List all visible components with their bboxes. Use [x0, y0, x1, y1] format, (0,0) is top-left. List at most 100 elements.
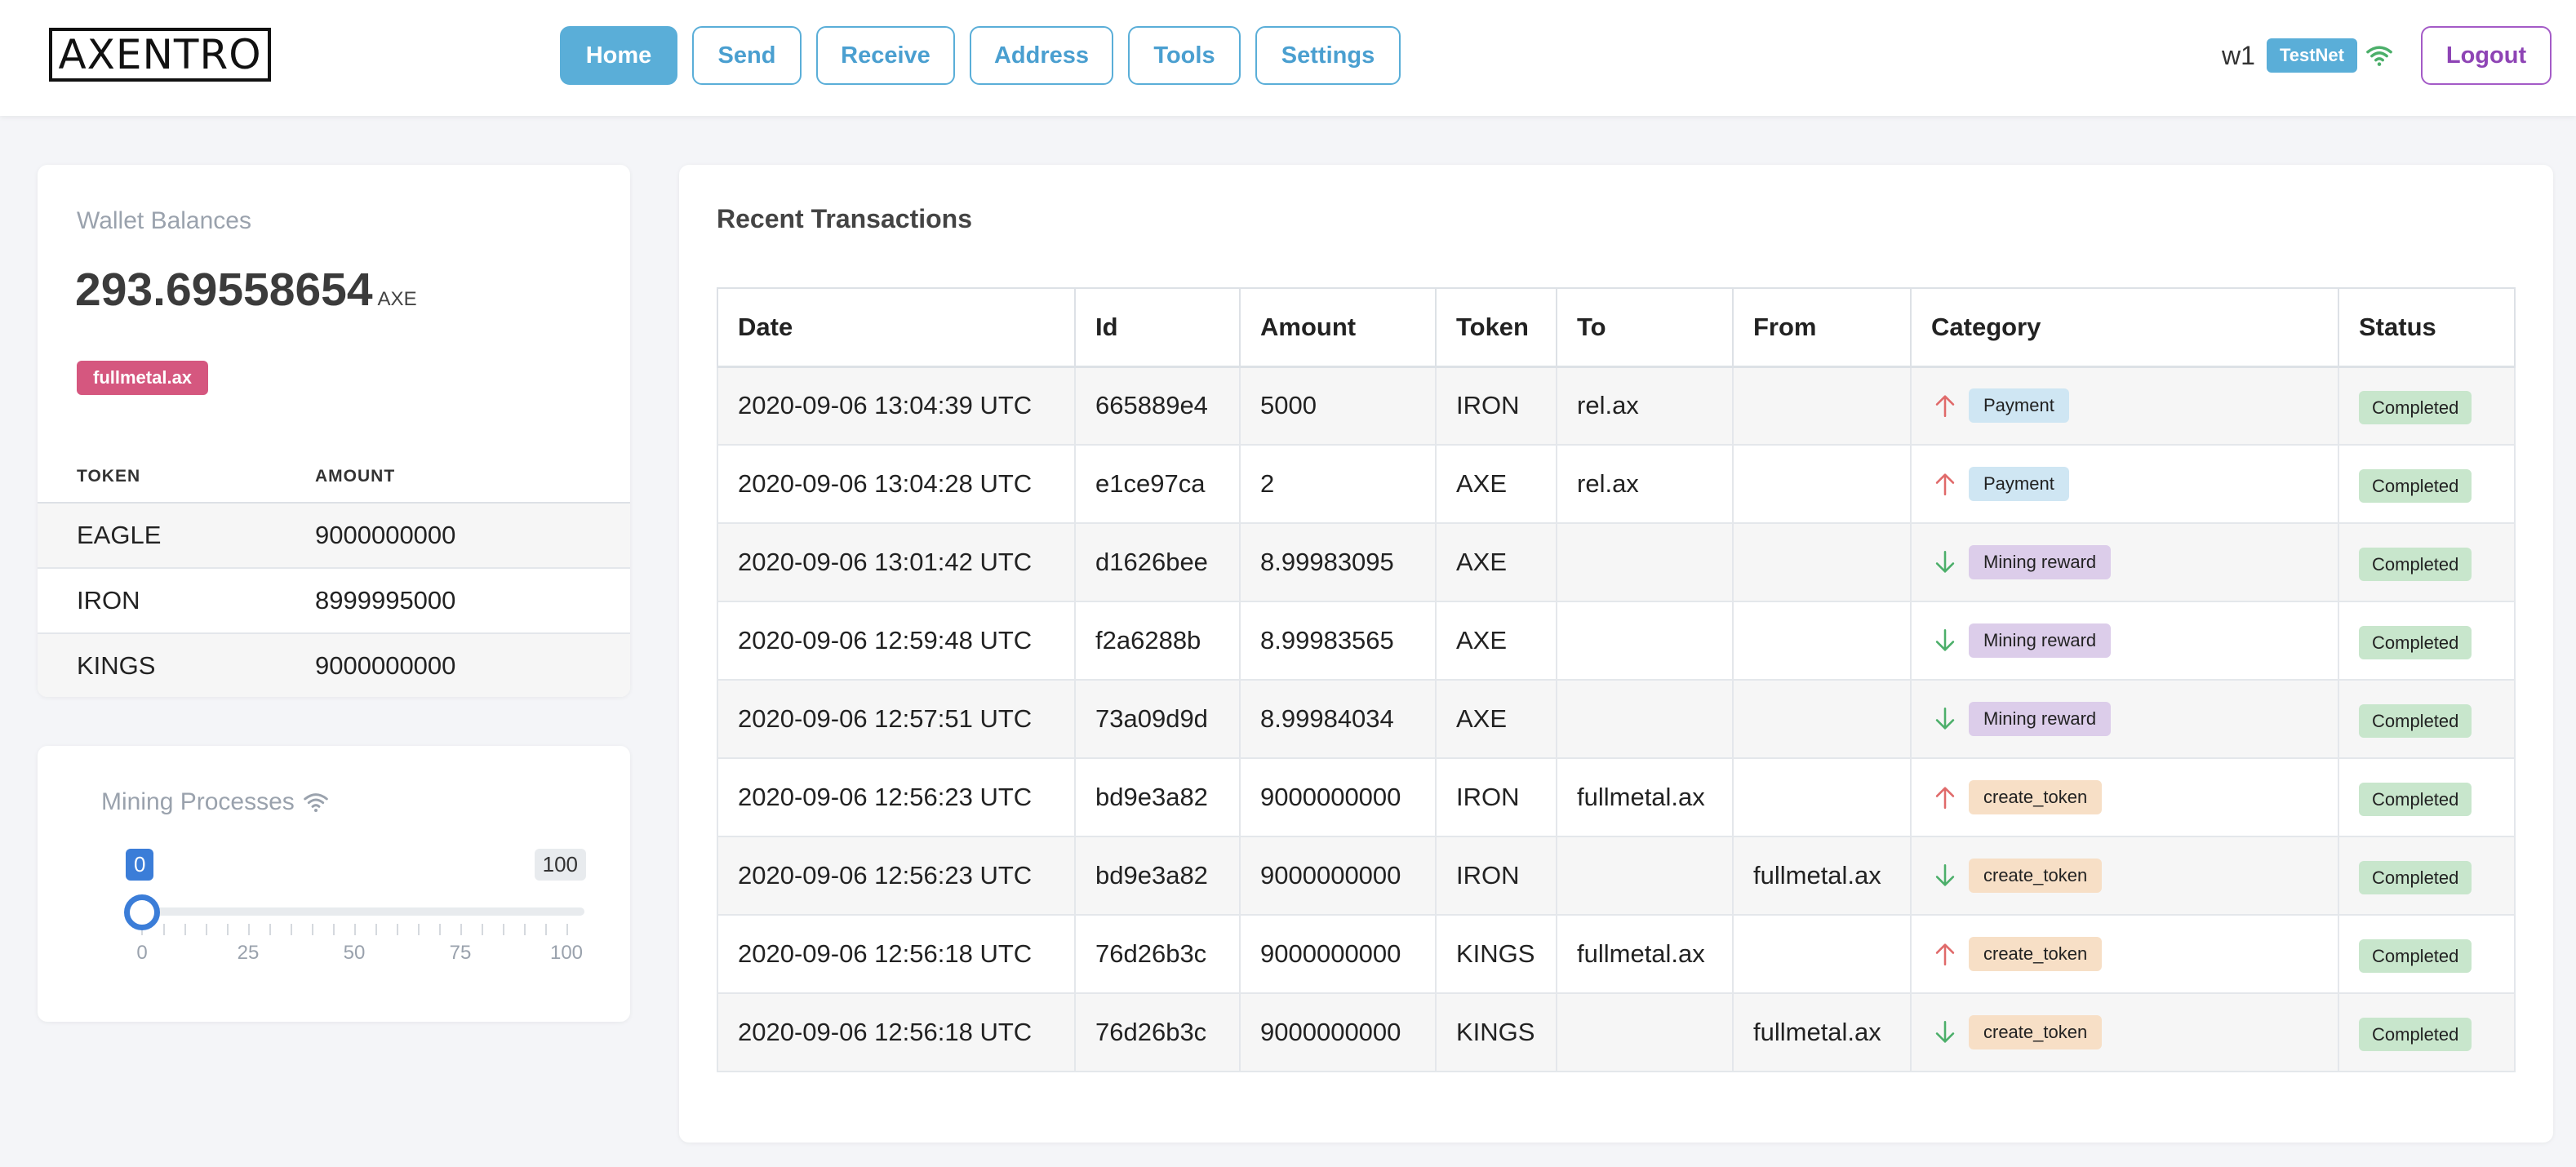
tx-status: Completed	[2338, 679, 2516, 759]
amount-column-header[interactable]: Amount	[1239, 287, 1437, 368]
transactions-body: 2020-09-06 13:04:39 UTC 665889e4 5000 IRON r…	[717, 366, 2516, 1072]
tx-token: AXE	[1435, 601, 1557, 681]
tx-to: fullmetal.ax	[1556, 757, 1734, 837]
tx-category: Mining reward	[1910, 601, 2339, 681]
mining-slider[interactable]: 0 100 0 25 50 75 100	[101, 828, 586, 974]
nav-home-button[interactable]: Home	[560, 26, 677, 85]
token-name: KINGS	[38, 633, 315, 697]
arrow-down-icon	[1935, 707, 1955, 730]
tx-category: Mining reward	[1910, 679, 2339, 759]
category-badge: Mining reward	[1969, 702, 2112, 736]
tx-id: bd9e3a82	[1074, 757, 1241, 837]
tx-id: f2a6288b	[1074, 601, 1241, 681]
tx-id: bd9e3a82	[1074, 836, 1241, 916]
recent-transactions-card: Recent Transactions Date Id Amount Token…	[679, 165, 2553, 1143]
transaction-row[interactable]: 2020-09-06 13:01:42 UTC d1626bee 8.9998309…	[717, 522, 2516, 602]
token-column-header: TOKEN	[38, 450, 315, 504]
nav-address-button[interactable]: Address	[970, 26, 1113, 85]
mining-processes-card: Mining Processes 0 100 0 25 50 75 100	[38, 746, 630, 1022]
arrow-up-icon	[1935, 787, 1955, 810]
slider-tick	[524, 924, 526, 935]
transaction-row[interactable]: 2020-09-06 13:04:28 UTC e1ce97ca 2 AXE rel.a…	[717, 444, 2516, 524]
slider-tick-label: 50	[343, 942, 366, 964]
tx-token: AXE	[1435, 679, 1557, 759]
status-column-header[interactable]: Status	[2338, 287, 2516, 368]
transaction-row[interactable]: 2020-09-06 13:04:39 UTC 665889e4 5000 IRON r…	[717, 366, 2516, 446]
to-column-header[interactable]: To	[1556, 287, 1734, 368]
transaction-row[interactable]: 2020-09-06 12:57:51 UTC 73a09d9d 8.9998403…	[717, 679, 2516, 759]
category-cell: create_token	[1931, 937, 2338, 971]
tx-amount: 2	[1239, 444, 1437, 524]
tx-status: Completed	[2338, 601, 2516, 681]
tx-to: fullmetal.ax	[1556, 914, 1734, 994]
tx-token: IRON	[1435, 757, 1557, 837]
slider-tick	[460, 924, 462, 935]
tx-amount: 8.99983565	[1239, 601, 1437, 681]
slider-value: 0	[126, 849, 154, 881]
date-column-header[interactable]: Date	[717, 287, 1076, 368]
slider-track[interactable]	[139, 907, 584, 916]
tx-amount: 5000	[1239, 366, 1437, 446]
logout-button[interactable]: Logout	[2421, 26, 2552, 85]
mining-title: Mining Processes	[101, 788, 329, 816]
transaction-row[interactable]: 2020-09-06 12:56:23 UTC bd9e3a82 900000000…	[717, 836, 2516, 916]
tx-status: Completed	[2338, 522, 2516, 602]
wifi-icon	[2366, 46, 2392, 66]
transaction-row[interactable]: 2020-09-06 12:56:18 UTC 76d26b3c 900000000…	[717, 914, 2516, 994]
transaction-row[interactable]: 2020-09-06 12:56:23 UTC bd9e3a82 900000000…	[717, 757, 2516, 837]
transactions-scroll-area[interactable]: Date Id Amount Token To From Category St…	[717, 287, 2516, 1102]
slider-tick	[269, 924, 271, 935]
tx-from	[1732, 601, 1912, 681]
slider-tick	[333, 924, 335, 935]
tx-status: Completed	[2338, 366, 2516, 446]
slider-tick-label: 100	[549, 942, 584, 964]
tx-date: 2020-09-06 13:04:28 UTC	[717, 444, 1076, 524]
tx-from	[1732, 757, 1912, 837]
tx-id: 76d26b3c	[1074, 992, 1241, 1072]
transactions-title: Recent Transactions	[717, 204, 972, 233]
tx-date: 2020-09-06 12:59:48 UTC	[717, 601, 1076, 681]
category-badge: create_token	[1969, 859, 2103, 893]
tx-category: create_token	[1910, 914, 2339, 994]
top-header: AXENTRO Home Send Receive Address Tools …	[0, 0, 2576, 116]
token-amount: 9000000000	[315, 503, 630, 569]
tx-amount: 9000000000	[1239, 836, 1437, 916]
arrow-down-icon	[1935, 863, 1955, 886]
address-badge: fullmetal.ax	[77, 361, 209, 395]
tx-category: create_token	[1910, 992, 2339, 1072]
tx-from	[1732, 444, 1912, 524]
category-cell: Mining reward	[1931, 623, 2338, 658]
transactions-header-row: Date Id Amount Token To From Category St…	[717, 287, 2516, 368]
tx-id: 73a09d9d	[1074, 679, 1241, 759]
category-badge: Mining reward	[1969, 545, 2112, 579]
category-column-header[interactable]: Category	[1910, 287, 2339, 368]
app-logo[interactable]: AXENTRO	[49, 28, 271, 82]
nav-settings-button[interactable]: Settings	[1255, 26, 1401, 85]
nav-send-button[interactable]: Send	[692, 26, 802, 85]
network-badge: TestNet	[2266, 38, 2357, 73]
token-column-header[interactable]: Token	[1435, 287, 1557, 368]
category-badge: Payment	[1969, 467, 2069, 501]
id-column-header[interactable]: Id	[1074, 287, 1241, 368]
from-column-header[interactable]: From	[1732, 287, 1912, 368]
slider-tick	[397, 924, 398, 935]
tx-token: AXE	[1435, 444, 1557, 524]
amount-column-header: AMOUNT	[315, 450, 630, 504]
tx-amount: 9000000000	[1239, 757, 1437, 837]
nav-receive-button[interactable]: Receive	[816, 26, 955, 85]
slider-tick	[439, 924, 441, 935]
slider-thumb[interactable]	[124, 894, 160, 930]
slider-tick	[248, 924, 250, 935]
tx-category: create_token	[1910, 757, 2339, 837]
status-badge: Completed	[2359, 391, 2472, 425]
token-row: EAGLE 9000000000	[38, 503, 630, 569]
category-badge: create_token	[1969, 1015, 2103, 1049]
tx-to	[1556, 836, 1734, 916]
transaction-row[interactable]: 2020-09-06 12:59:48 UTC f2a6288b 8.9998356…	[717, 601, 2516, 681]
arrow-up-icon	[1935, 395, 1955, 418]
token-name: IRON	[38, 568, 315, 634]
transaction-row[interactable]: 2020-09-06 12:56:18 UTC 76d26b3c 900000000…	[717, 992, 2516, 1072]
category-badge: Mining reward	[1969, 623, 2112, 658]
nav-tools-button[interactable]: Tools	[1128, 26, 1241, 85]
status-badge: Completed	[2359, 469, 2472, 503]
